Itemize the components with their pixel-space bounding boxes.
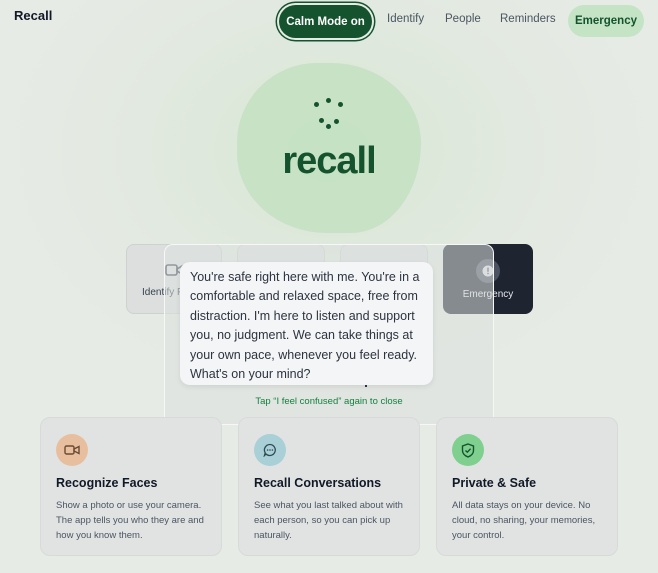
- loading-dots-icon: [312, 98, 346, 132]
- feature-desc: See what you last talked about with each…: [254, 500, 403, 541]
- feature-title: Recognize Faces: [56, 476, 158, 490]
- feature-title: Recall Conversations: [254, 476, 382, 490]
- nav-reminders[interactable]: Reminders: [500, 13, 556, 25]
- feature-card-private-safe: Private & Safe All data stays on your de…: [436, 417, 618, 556]
- feature-desc: Show a photo or use your camera. The app…: [56, 500, 204, 541]
- nav-emergency-button[interactable]: Emergency: [568, 5, 644, 37]
- close-hint[interactable]: Tap “I feel confused” again to close: [164, 396, 494, 407]
- feature-title: Private & Safe: [452, 476, 537, 490]
- chat-bubble-icon: [254, 434, 286, 466]
- brand-logo[interactable]: Recall: [14, 8, 52, 23]
- feature-card-recognize-faces: Recognize Faces Show a photo or use your…: [40, 417, 222, 556]
- nav-people[interactable]: People: [445, 13, 481, 25]
- video-camera-icon: [56, 434, 88, 466]
- hero-title: recall: [282, 140, 376, 182]
- calm-message-bubble: You're safe right here with me. You're i…: [180, 262, 433, 385]
- shield-check-icon: [452, 434, 484, 466]
- feature-desc: All data stays on your device. No cloud,…: [452, 500, 596, 541]
- feature-card-recall-conversations: Recall Conversations See what you last t…: [238, 417, 420, 556]
- calm-mode-button[interactable]: Calm Mode on: [279, 5, 372, 38]
- nav-identify[interactable]: Identify: [387, 13, 424, 25]
